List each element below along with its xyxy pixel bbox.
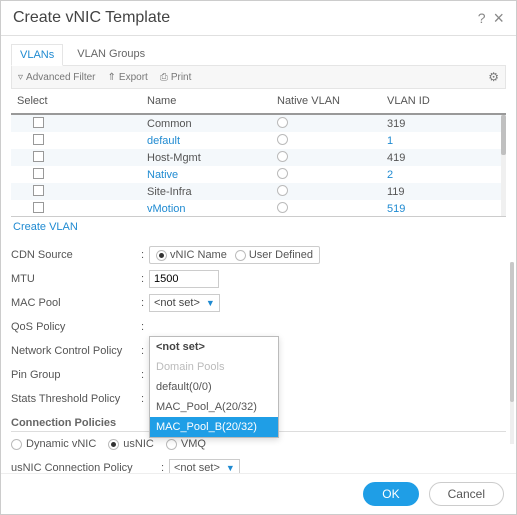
dropdown-option[interactable]: MAC_Pool_A(20/32) — [150, 397, 278, 417]
table-row[interactable]: Native 2 — [11, 166, 506, 183]
help-icon[interactable]: ? — [478, 10, 486, 26]
native-radio[interactable] — [277, 185, 288, 196]
cdn-source-label: CDN Source — [11, 249, 141, 261]
row-checkbox[interactable] — [33, 185, 44, 196]
dropdown-option-highlight[interactable]: MAC_Pool_B(20/32) — [150, 417, 278, 437]
cdn-vnic-radio[interactable] — [156, 250, 167, 261]
row-checkbox[interactable] — [33, 151, 44, 162]
chevron-down-icon: ▼ — [226, 463, 235, 473]
mac-pool-label: MAC Pool — [11, 297, 141, 309]
mac-pool-dropdown: <not set> Domain Pools default(0/0) MAC_… — [149, 336, 279, 438]
cdn-source-radios[interactable]: vNIC Name User Defined — [149, 246, 320, 264]
table-row[interactable]: default 1 — [11, 132, 506, 149]
pin-group-label: Pin Group — [11, 369, 141, 381]
mtu-input[interactable] — [149, 270, 219, 288]
col-name: Name — [147, 95, 277, 107]
dropdown-option[interactable]: <not set> — [150, 337, 278, 357]
print-icon: ⎙ — [160, 72, 168, 83]
chevron-down-icon: ▼ — [206, 298, 215, 308]
table-row[interactable]: Host-Mgmt 419 — [11, 149, 506, 166]
usnic-radio[interactable] — [108, 439, 119, 450]
filter-icon: ▿ — [18, 72, 23, 83]
native-radio[interactable] — [277, 134, 288, 145]
export-button[interactable]: ⇑ Export — [108, 72, 148, 83]
qos-policy-label: QoS Policy — [11, 321, 141, 333]
cdn-user-radio[interactable] — [235, 250, 246, 261]
native-radio[interactable] — [277, 202, 288, 213]
row-checkbox[interactable] — [33, 134, 44, 145]
ok-button[interactable]: OK — [363, 482, 418, 506]
native-radio[interactable] — [277, 117, 288, 128]
create-vlan-link[interactable]: Create VLAN — [11, 217, 506, 237]
tab-vlans[interactable]: VLANs — [11, 44, 63, 66]
vlan-scrollbar[interactable] — [501, 115, 506, 216]
table-row[interactable]: Site-Infra 119 — [11, 183, 506, 200]
mtu-label: MTU — [11, 273, 141, 285]
dynamic-vnic-radio[interactable] — [11, 439, 22, 450]
dialog-title: Create vNIC Template — [13, 9, 170, 27]
row-checkbox[interactable] — [33, 168, 44, 179]
col-select: Select — [17, 95, 147, 107]
mac-pool-select[interactable]: <not set> ▼ — [149, 294, 220, 312]
row-checkbox[interactable] — [33, 117, 44, 128]
col-vlan-id: VLAN ID — [387, 95, 500, 107]
native-radio[interactable] — [277, 168, 288, 179]
row-checkbox[interactable] — [33, 202, 44, 213]
cancel-button[interactable]: Cancel — [429, 482, 504, 506]
table-row[interactable]: Common 319 — [11, 115, 506, 132]
tab-vlan-groups[interactable]: VLAN Groups — [69, 44, 153, 65]
body-scrollbar[interactable] — [510, 262, 514, 444]
dropdown-option-disabled: Domain Pools — [150, 357, 278, 377]
dropdown-option[interactable]: default(0/0) — [150, 377, 278, 397]
stats-threshold-label: Stats Threshold Policy — [11, 393, 141, 405]
vmq-radio[interactable] — [166, 439, 177, 450]
network-control-policy-label: Network Control Policy — [11, 345, 141, 357]
export-icon: ⇑ — [108, 72, 116, 83]
close-icon[interactable]: × — [493, 11, 504, 25]
col-native: Native VLAN — [277, 95, 387, 107]
table-row[interactable]: vMotion 519 — [11, 200, 506, 217]
advanced-filter-button[interactable]: ▿ Advanced Filter — [18, 72, 96, 83]
native-radio[interactable] — [277, 151, 288, 162]
gear-icon[interactable]: ⚙ — [488, 70, 499, 84]
print-button[interactable]: ⎙ Print — [160, 72, 192, 83]
